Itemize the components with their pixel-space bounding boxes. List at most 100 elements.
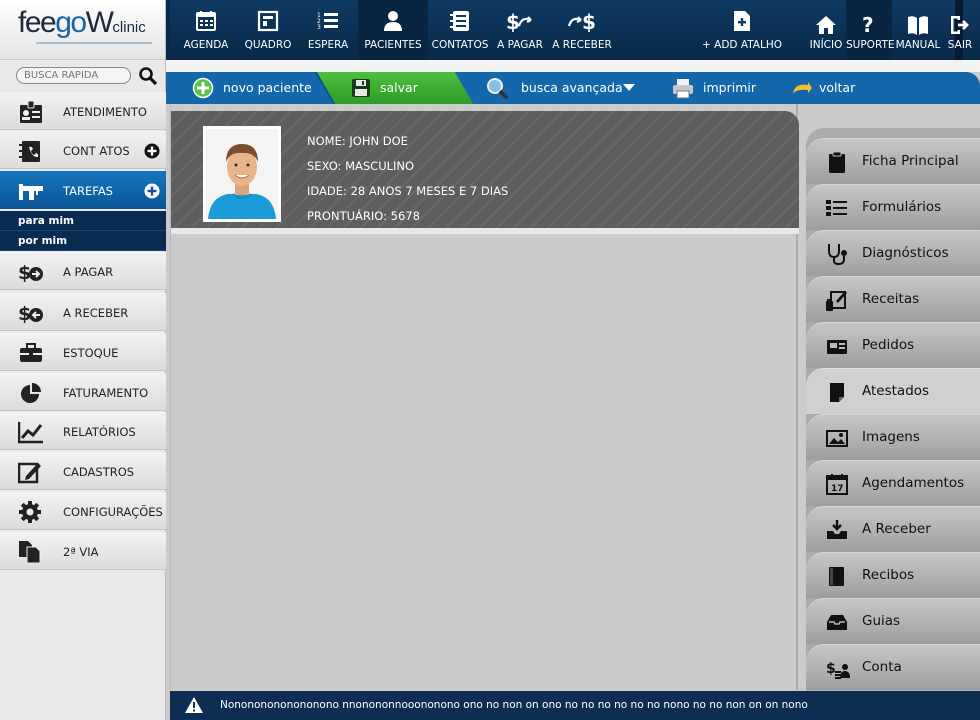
dollar-in-icon: $ [568,10,596,32]
sidebar-item-faturamento[interactable]: FATURAMENTO [0,373,166,411]
home-icon [816,16,836,34]
patient-name: NOME: JOHN DOE [307,134,408,148]
imprimir-button[interactable]: imprimir [672,72,762,104]
nav-a-receber[interactable]: $ A RECEBER [548,0,616,60]
status-bar: Nonononononononono nnonononnooononono on… [170,691,980,720]
dollar-out-icon: $ [18,262,43,284]
tab-formularios[interactable]: Formulários [806,184,980,230]
nav-espera[interactable]: 123 ESPERA [298,0,358,60]
tab-atestados[interactable]: Atestados [806,368,980,414]
logo-swoosh [36,42,152,44]
logout-icon [951,16,969,34]
receipt-book-icon [829,567,844,586]
sidebar-item-tarefas[interactable]: TAREFAS [0,171,166,209]
patient-age: IDADE: 28 ANOS 7 MESES E 7 DIAS [307,184,509,198]
sidebar-item-label: CONT ATOS [63,144,130,158]
svg-text:$: $ [582,10,596,32]
search-icon[interactable] [138,66,158,86]
toolbar-top-strip [166,60,980,72]
sidebar-item-label: CONFIGURAÇÕES [63,505,163,519]
board-icon [257,10,279,32]
patient-record-number: PRONTUÁRIO: 5678 [307,209,420,223]
sidebar-item-label: ATENDIMENTO [63,105,147,119]
salvar-button[interactable]: salvar [350,72,430,104]
sidebar-item-a-receber[interactable]: $ A RECEBER [0,293,166,331]
sidebar-item-contatos[interactable]: CONT ATOS [0,131,166,169]
patient-avatar-image [206,129,278,219]
nav-suporte[interactable]: ? SUPORTE [846,0,895,60]
voltar-button[interactable]: voltar [790,72,870,104]
sidebar-item-a-pagar[interactable]: $ A PAGAR [0,252,166,290]
svg-text:$: $ [826,661,836,677]
add-circle-icon[interactable] [144,143,160,159]
logo-area: feegoWclinic [0,0,165,60]
tab-pedidos[interactable]: Pedidos [806,322,980,368]
tray-in-icon [827,520,847,539]
calendar-icon [196,11,216,31]
order-card-icon [827,340,847,354]
sidebar-item-cadastros[interactable]: CADASTROS [0,452,166,490]
printer-icon [673,79,693,99]
busca-avancada-button[interactable]: busca avançada [486,72,636,104]
address-book-icon [19,141,40,162]
nav-manual[interactable]: MANUAL [892,0,944,60]
prescription-icon [826,291,847,311]
tab-conta[interactable]: $ Conta [806,644,980,690]
book-icon [908,16,928,35]
back-arrow-icon [793,82,812,93]
contacts-icon [450,11,469,31]
nav-add-atalho[interactable]: + ADD ATALHO [700,0,784,60]
line-chart-icon [18,422,43,444]
nav-a-pagar[interactable]: $ A PAGAR [492,0,548,60]
search-input[interactable] [16,67,131,84]
tab-imagens[interactable]: Imagens [806,414,980,460]
tab-recibos[interactable]: Recibos [806,552,980,598]
id-card-icon [20,100,42,123]
submenu-item-para-mim[interactable]: para mim [0,211,166,231]
patient-sex: SEXO: MASCULINO [307,159,415,173]
sidebar-item-label: FATURAMENTO [63,386,149,400]
nav-contatos[interactable]: CONTATOS [428,0,492,60]
edit-icon [18,462,41,484]
novo-paciente-button[interactable]: novo paciente [192,72,320,104]
patient-header: NOME: JOHN DOE SEXO: MASCULINO IDADE: 28… [171,111,799,234]
question-icon: ? [862,14,874,36]
sidebar-item-relatorios[interactable]: RELATÓRIOS [0,412,166,450]
add-circle-icon[interactable] [144,183,160,199]
sidebar-item-configuracoes[interactable]: CONFIGURAÇÕES [0,492,166,530]
dollar-out-icon: $ [506,10,532,32]
add-circle-icon [192,77,214,99]
tab-receitas[interactable]: Receitas [806,276,980,322]
left-sidebar: feegoWclinic ATENDIMENTO CONT ATOS TAREF… [0,0,166,720]
dollar-in-icon: $ [18,303,43,325]
sidebar-item-label: 2ª VIA [63,545,99,559]
patient-info: NOME: JOHN DOE SEXO: MASCULINO IDADE: 28… [307,129,508,229]
sidebar-item-label: TAREFAS [63,184,113,198]
add-file-icon [734,11,750,31]
patient-toolbar: novo paciente salvar busca avançada impr… [166,72,980,104]
svg-text:$: $ [506,10,520,32]
search-icon [487,78,509,99]
nav-sair[interactable]: SAIR [940,0,980,60]
nav-quadro[interactable]: QUADRO [238,0,298,60]
tab-diagnosticos[interactable]: Diagnósticos [806,230,980,276]
tab-a-receber[interactable]: A Receber [806,506,980,552]
submenu-item-por-mim[interactable]: por mim [0,231,166,251]
nav-inicio[interactable]: INÍCIO [806,0,846,60]
tarefas-submenu: para mim por mim [0,211,166,251]
sidebar-item-label: A PAGAR [63,265,114,279]
feegow-logo[interactable]: feegoWclinic [18,6,146,40]
user-icon [384,11,402,31]
sidebar-item-estoque[interactable]: ESTOQUE [0,333,166,371]
nav-pacientes[interactable]: PACIENTES [358,0,428,60]
tab-guias[interactable]: Guias [806,598,980,644]
sidebar-item-atendimento[interactable]: ATENDIMENTO [0,92,166,130]
copy-icon [19,541,41,564]
tab-agendamentos[interactable]: 17 Agendamentos [806,460,980,506]
nav-agenda[interactable]: AGENDA [174,0,238,60]
sidebar-item-segunda-via[interactable]: 2ª VIA [0,532,166,570]
sidebar-item-label: CADASTROS [63,465,135,479]
tab-ficha-principal[interactable]: Ficha Principal [806,138,980,184]
patient-photo[interactable] [203,126,281,222]
warning-icon [185,697,203,713]
